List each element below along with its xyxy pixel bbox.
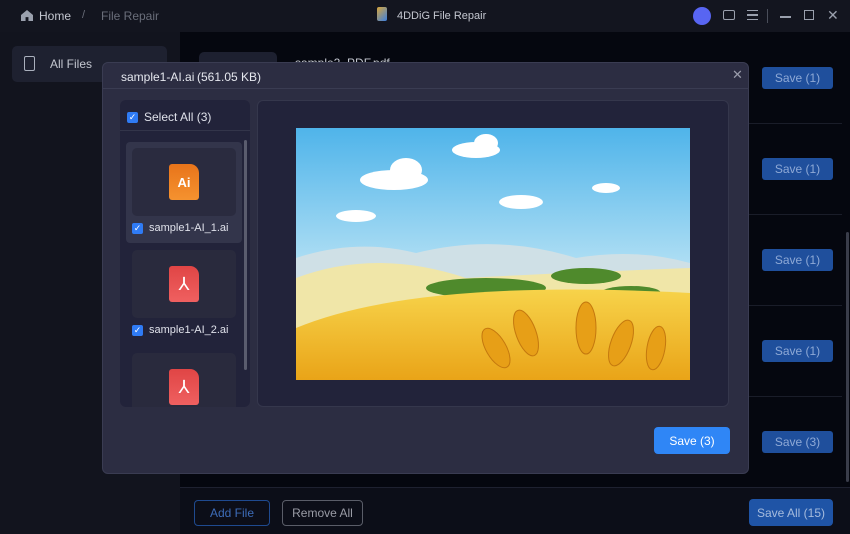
menu-icon[interactable]	[747, 10, 758, 20]
maximize-icon[interactable]	[804, 10, 814, 20]
file-checkbox[interactable]: ✓	[132, 222, 143, 234]
scrollbar[interactable]	[846, 232, 849, 482]
file-icon	[24, 56, 35, 71]
select-all-label: Select All (3)	[144, 110, 212, 124]
remove-all-button[interactable]: Remove All	[282, 500, 363, 526]
file-item[interactable]: ⅄ ✓ sample1-AI_2.ai	[126, 250, 242, 350]
file-list-panel: ✓ Select All (3) Ai ✓ sample1-AI_1.ai ⅄ ✓…	[120, 100, 250, 407]
app-title: 4DDiG File Repair	[397, 10, 487, 22]
dialog-save-button[interactable]: Save (3)	[654, 427, 730, 454]
close-window-icon[interactable]: ✕	[827, 7, 839, 24]
feedback-icon[interactable]	[723, 10, 735, 20]
preview-image	[296, 128, 690, 380]
discord-icon[interactable]	[693, 7, 711, 25]
sidebar-item-label: All Files	[50, 57, 93, 71]
file-thumbnail: ⅄	[132, 353, 236, 407]
file-item-selected[interactable]: Ai ✓ sample1-AI_1.ai	[126, 142, 242, 243]
minimize-icon[interactable]	[780, 16, 791, 18]
save-button[interactable]: Save (1)	[762, 67, 833, 89]
file-item[interactable]: ⅄	[126, 353, 242, 407]
select-all-row[interactable]: ✓ Select All (3)	[120, 100, 250, 131]
save-button[interactable]: Save (3)	[762, 431, 833, 453]
preview-dialog: sample1-AI.ai (561.05 KB) ✕ ✓ Select All…	[102, 62, 749, 474]
save-button[interactable]: Save (1)	[762, 249, 833, 271]
pdf-file-icon: ⅄	[169, 369, 199, 405]
dialog-file-size: (561.05 KB)	[197, 70, 262, 84]
breadcrumb-home[interactable]: Home	[39, 9, 71, 23]
pdf-file-icon: ⅄	[169, 266, 199, 302]
save-all-button[interactable]: Save All (15)	[749, 499, 833, 526]
add-file-button[interactable]: Add File	[194, 500, 270, 526]
file-name: sample1-AI_2.ai	[149, 324, 229, 336]
dialog-header: sample1-AI.ai (561.05 KB) ✕	[103, 63, 748, 89]
preview-panel	[257, 100, 729, 407]
home-icon[interactable]	[21, 10, 33, 21]
app-logo-icon	[377, 7, 387, 21]
ai-file-icon: Ai	[169, 164, 199, 200]
list-scrollbar[interactable]	[244, 140, 247, 370]
breadcrumb-file-repair: File Repair	[101, 9, 160, 23]
divider	[767, 9, 768, 23]
close-icon[interactable]: ✕	[732, 67, 743, 83]
file-checkbox[interactable]: ✓	[132, 324, 143, 336]
save-button[interactable]: Save (1)	[762, 340, 833, 362]
bottom-bar: Add File Remove All Save All (15)	[180, 487, 850, 534]
select-all-checkbox[interactable]: ✓	[127, 111, 138, 123]
dialog-title: sample1-AI.ai	[121, 70, 195, 84]
breadcrumb-separator: /	[82, 9, 86, 21]
save-button[interactable]: Save (1)	[762, 158, 833, 180]
file-thumbnail: Ai	[132, 148, 236, 216]
title-bar: Home / File Repair 4DDiG File Repair ✕	[0, 0, 850, 32]
file-name: sample1-AI_1.ai	[149, 222, 229, 234]
file-thumbnail: ⅄	[132, 250, 236, 318]
